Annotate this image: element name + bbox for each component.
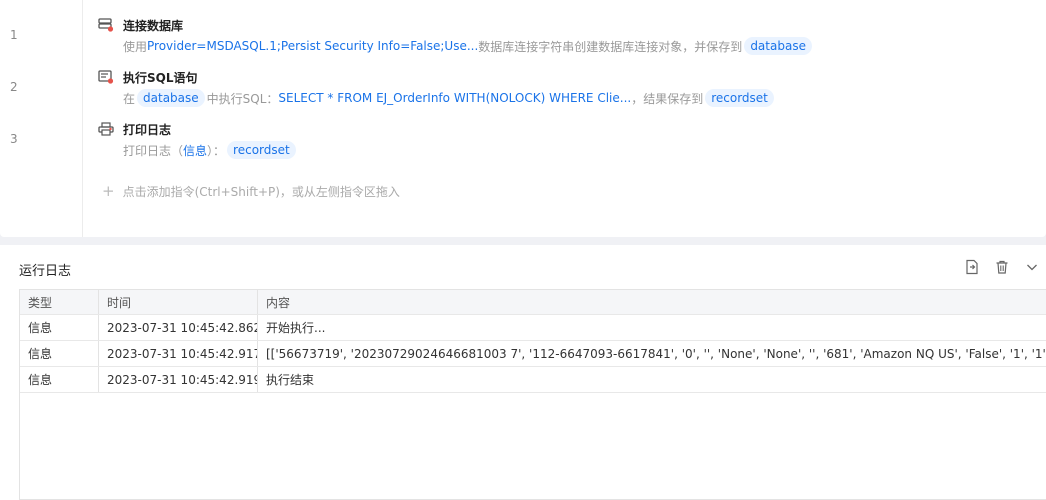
cell-content: [['56673719', '20230729024646681003 7', … xyxy=(266,346,1046,361)
log-toolbar xyxy=(964,259,1040,275)
sql-statement: SELECT * FROM EJ_OrderInfo WITH(NOLOCK) … xyxy=(278,91,632,105)
add-hint-text: 点击添加指令(Ctrl+Shift+P)，或从左侧指令区拖入 xyxy=(122,184,400,199)
variable-tag-database[interactable]: database xyxy=(137,89,205,107)
log-panel-title: 运行日志 xyxy=(19,264,72,279)
variable-tag-database[interactable]: database xyxy=(744,37,812,55)
chevron-down-icon[interactable] xyxy=(1024,259,1040,275)
cell-time: 2023-07-31 10:45:42.917 xyxy=(99,341,258,366)
cell-content: 开始执行... xyxy=(266,321,326,335)
desc-text: 数据库连接字符串创建数据库连接对象，并保存到 xyxy=(478,39,743,54)
step-connect-database[interactable]: 连接数据库 使用 Provider=MSDASQL.1;Persist Secu… xyxy=(98,16,814,55)
cell-content: 执行结束 xyxy=(266,373,315,387)
cell-type: 信息 xyxy=(20,315,99,340)
desc-text: 在 xyxy=(123,91,136,106)
sql-execute-icon xyxy=(98,70,114,84)
database-connect-icon xyxy=(98,18,114,32)
column-header-content[interactable]: 内容 xyxy=(258,290,1046,314)
variable-tag-recordset[interactable]: recordset xyxy=(227,141,296,159)
line-number-1: 1 xyxy=(10,28,18,42)
connection-string: Provider=MSDASQL.1;Persist Security Info… xyxy=(147,39,479,53)
step-title: 连接数据库 xyxy=(123,18,184,33)
gutter-divider xyxy=(82,0,83,237)
table-row[interactable]: 信息 2023-07-31 10:45:42.917 [['56673719',… xyxy=(20,341,1046,367)
desc-text: 使用 xyxy=(123,39,148,54)
variable-tag-recordset[interactable]: recordset xyxy=(705,89,774,107)
step-print-log[interactable]: 打印日志 打印日志（ 信息 ）： recordset xyxy=(98,120,298,159)
line-number-2: 2 xyxy=(10,80,18,94)
desc-text: 中执行SQL： xyxy=(206,91,279,106)
step-title: 打印日志 xyxy=(123,122,172,137)
desc-text: ）： xyxy=(207,143,226,158)
flow-editor: 1 连接数据库 使用 Provider=MSDASQL.1;Persist Se… xyxy=(0,0,1046,237)
column-header-time[interactable]: 时间 xyxy=(99,290,258,314)
export-icon[interactable] xyxy=(964,259,980,275)
desc-text: ，结果保存到 xyxy=(631,91,704,106)
cell-type: 信息 xyxy=(20,341,99,366)
log-table: 类型 时间 内容 信息 2023-07-31 10:45:42.862 开始执行… xyxy=(19,289,1046,500)
print-log-icon xyxy=(98,122,114,136)
desc-text: 打印日志（ xyxy=(123,143,184,158)
table-row[interactable]: 信息 2023-07-31 10:45:42.862 开始执行... xyxy=(20,315,1046,341)
cell-type: 信息 xyxy=(20,367,99,392)
line-number-3: 3 xyxy=(10,132,18,146)
run-log-panel: 运行日志 类型 时间 内容 信息 2023-07-31 10:45:42.862… xyxy=(0,245,1046,500)
trash-icon[interactable] xyxy=(994,259,1010,275)
table-header: 类型 时间 内容 xyxy=(20,290,1046,315)
step-title: 执行SQL语句 xyxy=(123,70,198,85)
step-execute-sql[interactable]: 执行SQL语句 在 database 中执行SQL： SELECT * FROM… xyxy=(98,68,776,107)
log-level: 信息 xyxy=(183,143,208,158)
plus-icon: + xyxy=(102,182,115,200)
add-instruction-hint[interactable]: + 点击添加指令(Ctrl+Shift+P)，或从左侧指令区拖入 xyxy=(102,182,400,200)
column-header-type[interactable]: 类型 xyxy=(20,290,99,314)
table-row[interactable]: 信息 2023-07-31 10:45:42.919 执行结束 xyxy=(20,367,1046,393)
cell-time: 2023-07-31 10:45:42.919 xyxy=(99,367,258,392)
cell-time: 2023-07-31 10:45:42.862 xyxy=(99,315,258,340)
